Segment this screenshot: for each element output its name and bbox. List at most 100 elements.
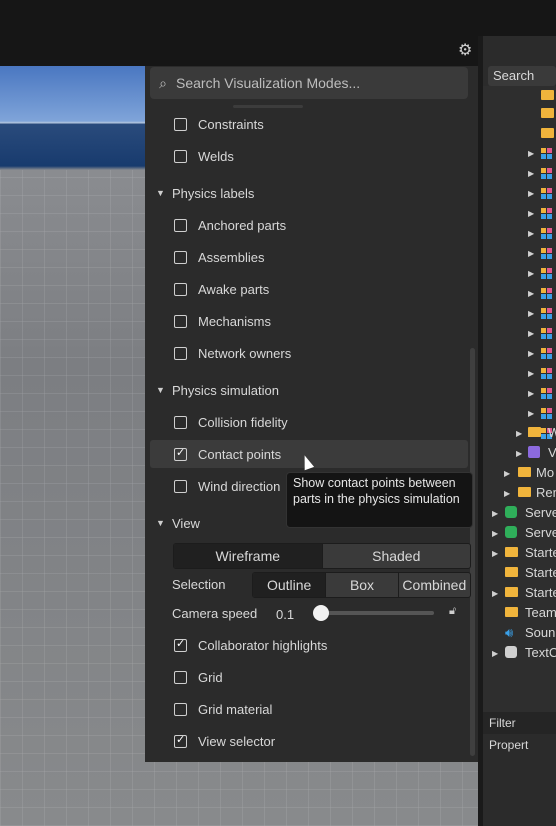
option-label: Collision fidelity [198,414,288,430]
explorer-item[interactable]: Starte [525,565,556,580]
checkbox-checked[interactable] [174,446,187,461]
explorer-item[interactable]: TextC [525,645,556,660]
explorer-item[interactable]: W [548,425,556,440]
expand-arrow-icon[interactable]: ▶ [528,189,534,198]
expand-arrow-icon[interactable]: ▶ [528,169,534,178]
search-placeholder: Search Visualization Modes... [176,75,361,91]
option-label: Awake parts [198,281,270,297]
collapse-triangle-icon: ▼ [156,385,165,395]
visualization-search-input[interactable]: ⌕ Search Visualization Modes... [150,67,468,99]
explorer-item[interactable]: Ren [536,485,556,500]
option-welds[interactable]: Welds [145,142,468,170]
expand-arrow-icon[interactable]: ▶ [528,149,534,158]
expand-arrow-icon[interactable]: ▶ [528,409,534,418]
explorer-item[interactable]: Serve [525,525,556,540]
tooltip: Show contact points between parts in the… [286,472,473,528]
checkbox[interactable] [174,346,187,360]
explorer-item[interactable]: Team [525,605,556,620]
folder-icon [528,427,541,437]
folder-icon [518,487,531,497]
checkbox[interactable] [174,415,187,429]
filter-properties-input[interactable]: Filter Propert [483,712,556,752]
option-label: Constraints [198,116,264,132]
section-physics-simulation[interactable]: ▼ Physics simulation [145,378,468,402]
option-collision-fidelity[interactable]: Collision fidelity [145,408,468,436]
combined-option[interactable]: Combined [399,573,470,597]
expand-arrow-icon[interactable]: ▶ [528,369,534,378]
settings-gear-icon[interactable]: ⚙ [458,40,472,60]
outline-option[interactable]: Outline [253,573,327,597]
expand-arrow-icon[interactable]: ▶ [528,209,534,218]
option-constraints[interactable]: Constraints [145,110,468,138]
option-awake-parts[interactable]: Awake parts [145,275,468,303]
camera-speed-slider-handle[interactable] [313,605,329,621]
checkbox[interactable] [174,250,187,264]
checkbox[interactable] [174,702,187,716]
expand-arrow-icon[interactable]: ▶ [528,349,534,358]
speaker-icon: 🔊︎ [505,625,514,640]
option-grid[interactable]: Grid [145,663,468,691]
expand-arrow-icon[interactable]: ▶ [528,249,534,258]
expand-arrow-icon[interactable]: ▶ [528,269,534,278]
expand-arrow-icon[interactable]: ▶ [528,389,534,398]
checkbox[interactable] [174,218,187,232]
checkbox[interactable] [174,117,187,131]
expand-arrow-icon[interactable]: ▶ [492,549,498,558]
expand-arrow-icon[interactable]: ▶ [528,229,534,238]
camera-speed-slider-track[interactable] [316,611,434,615]
checkbox[interactable] [174,149,187,163]
option-collaborator-highlights[interactable]: Collaborator highlights [145,631,468,659]
expand-arrow-icon[interactable]: ▶ [492,529,498,538]
checkbox[interactable] [174,479,187,493]
explorer-item[interactable]: Starte [525,585,556,600]
expand-arrow-icon[interactable]: ▶ [492,509,498,518]
explorer-item[interactable]: Mo [536,465,554,480]
expand-arrow-icon[interactable]: ▶ [492,649,498,658]
expand-arrow-icon[interactable]: ▶ [516,429,522,438]
unlock-icon[interactable]: 🔓︎ [449,605,456,618]
option-mechanisms[interactable]: Mechanisms [145,307,468,335]
expand-arrow-icon[interactable]: ▶ [528,329,534,338]
option-label: Collaborator highlights [198,637,328,653]
expand-arrow-icon[interactable]: ▶ [516,449,522,458]
option-label: Anchored parts [198,217,287,233]
explorer-item[interactable]: Soun [525,625,555,640]
folder-icon [541,108,554,118]
checkbox[interactable] [174,314,187,328]
option-network-owners[interactable]: Network owners [145,339,468,367]
option-label: Mechanisms [198,313,271,329]
shaded-option[interactable]: Shaded [323,544,471,568]
option-grid-material[interactable]: Grid material [145,695,468,723]
expand-arrow-icon[interactable]: ▶ [528,309,534,318]
explorer-search[interactable]: Search [488,66,556,86]
checkbox-checked[interactable] [174,733,187,748]
explorer-item[interactable]: Starte [525,545,556,560]
option-label: Assemblies [198,249,265,265]
option-label: Network owners [198,345,292,361]
wireframe-option[interactable]: Wireframe [174,544,323,568]
option-anchored-parts[interactable]: Anchored parts [145,211,468,239]
option-label: View selector [198,733,276,749]
search-icon: ⌕ [159,74,167,91]
option-view-selector[interactable]: View selector [145,727,468,755]
explorer-item[interactable]: Serve [525,505,556,520]
camera-speed-value[interactable]: 0.1 [276,607,294,622]
expand-arrow-icon[interactable]: ▶ [528,289,534,298]
checkbox[interactable] [174,670,187,684]
expand-arrow-icon[interactable]: ▶ [504,469,510,478]
checkbox-checked[interactable] [174,637,187,652]
section-title: Physics simulation [172,382,279,398]
checkbox[interactable] [174,282,187,296]
box-option[interactable]: Box [326,573,399,597]
option-assemblies[interactable]: Assemblies [145,243,468,271]
folder-icon [505,567,518,577]
model-icon [541,408,553,420]
drag-handle[interactable] [233,105,303,108]
expand-arrow-icon[interactable]: ▶ [492,589,498,598]
folder-icon [505,547,518,557]
explorer-tree: ▶ ▶ ▶ ▶ ▶ ▶ ▶ ▶ ▶ ▶ ▶ ▶ ▶ ▶ ▶ ▶W ▶V ▶Mo … [483,86,556,716]
explorer-item[interactable]: V [548,445,556,460]
expand-arrow-icon[interactable]: ▶ [504,489,510,498]
model-icon [541,368,553,380]
section-physics-labels[interactable]: ▼ Physics labels [145,181,468,205]
